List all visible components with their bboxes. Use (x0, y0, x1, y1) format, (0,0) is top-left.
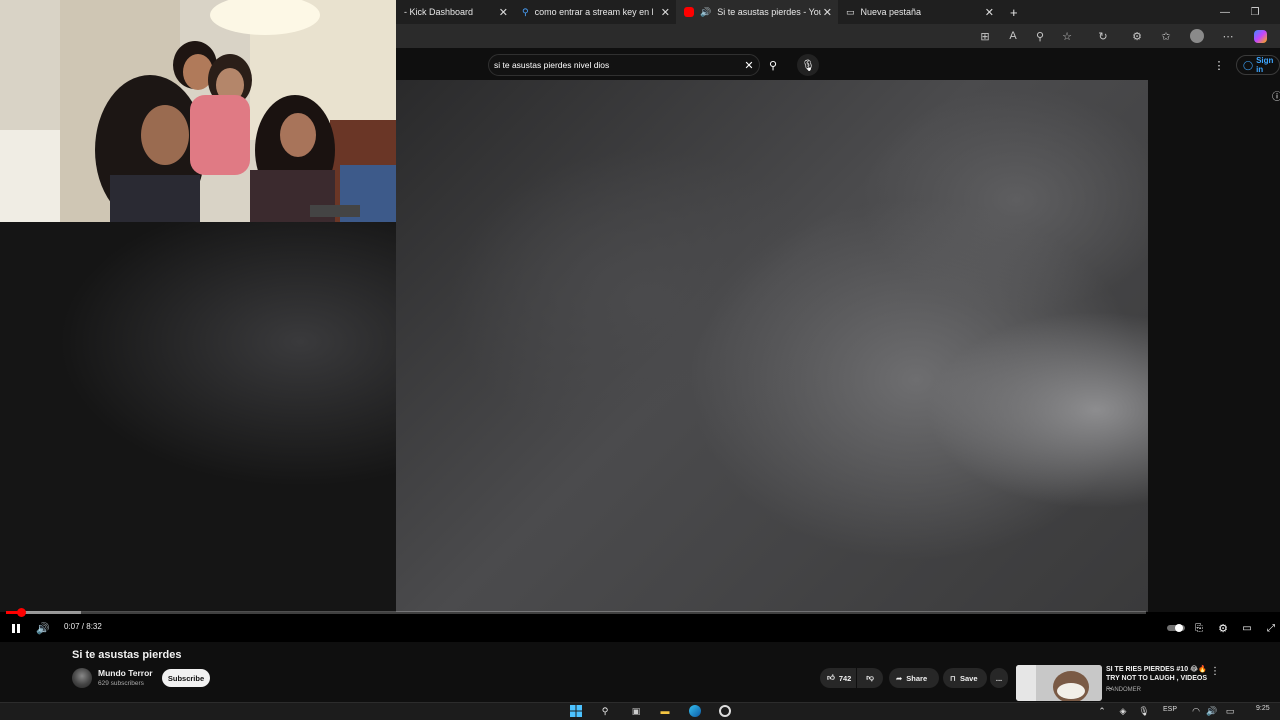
tab-youtube[interactable]: 🔊 Si te asustas pierdes - YouTube ✕ (676, 0, 838, 24)
zoom-icon[interactable]: ⚲ (1030, 24, 1050, 48)
battery-icon[interactable]: ▭ (1222, 704, 1238, 718)
video-frame[interactable] (396, 80, 1148, 612)
restore-icon[interactable]: ❐ (1240, 0, 1270, 24)
info-icon[interactable]: ⓘ (1266, 84, 1280, 106)
refresh-icon[interactable]: ↻ (1093, 24, 1113, 48)
subtitles-button[interactable]: ⎘ (1190, 619, 1208, 637)
minimize-icon[interactable]: — (1210, 0, 1240, 24)
more-actions-button[interactable]: ... (990, 668, 1008, 688)
channel-avatar[interactable] (72, 668, 92, 688)
theater-mode-button[interactable]: ▭ (1238, 619, 1256, 637)
subscribe-button[interactable]: Subscribe (162, 669, 210, 687)
like-count: 742 (838, 673, 852, 683)
more-menu-icon[interactable]: ⋯ (1218, 24, 1238, 48)
collections-icon[interactable]: ✩ (1156, 24, 1176, 48)
subtitles-icon: ⎘ (1195, 622, 1203, 634)
volume-icon: 🔊 (36, 622, 50, 635)
fullscreen-button[interactable]: ⤢ (1262, 619, 1280, 637)
channel-name[interactable]: Mundo Terror (98, 668, 153, 678)
extensions-icon[interactable]: ⚙ (1127, 24, 1147, 48)
language-indicator[interactable]: ESP (1163, 706, 1177, 713)
autoplay-toggle[interactable] (1166, 619, 1186, 637)
share-button[interactable]: ➦ Share (889, 668, 939, 688)
subscriber-count: 629 subscribers (98, 680, 144, 687)
favorite-star-icon[interactable]: ☆ (1057, 24, 1077, 48)
page-favicon-icon: ▭ (846, 6, 855, 17)
search-icon[interactable]: ⚲ (762, 54, 784, 76)
search-box (488, 54, 760, 76)
progress-bar[interactable] (6, 608, 1146, 617)
profile-icon[interactable] (1187, 24, 1207, 48)
search-favicon-icon: ⚲ (522, 6, 529, 17)
search-icon[interactable]: ⚲ (597, 704, 613, 718)
clear-search-icon[interactable]: ✕ (738, 54, 760, 76)
tab-kick-dashboard[interactable]: - Kick Dashboard ✕ (396, 0, 514, 24)
like-button[interactable]: 👍︎ 742 (820, 668, 856, 688)
settings-button[interactable]: ⚙ (1214, 619, 1232, 637)
tab-new-tab[interactable]: ▭ Nueva pestaña ✕ (838, 0, 1000, 24)
autoplay-toggle-icon (1167, 624, 1185, 632)
tab-label: Nueva pestaña (860, 7, 922, 17)
tray-chevron-icon[interactable]: ⌃ (1094, 704, 1110, 718)
close-tab-icon[interactable]: ✕ (985, 6, 994, 19)
apps-icon[interactable]: ⊞ (975, 24, 995, 48)
edge-browser-icon[interactable] (687, 704, 703, 718)
task-view-icon[interactable]: ▣ (628, 704, 644, 718)
webcam-image (0, 0, 396, 222)
video-background-right (1148, 80, 1280, 612)
video-title: Si te asustas pierdes (72, 649, 182, 661)
search-input[interactable] (489, 60, 729, 70)
recommended-video-channel: RANDOMER (1106, 687, 1142, 693)
windows-start-icon[interactable] (568, 704, 584, 718)
recommended-more-icon[interactable]: ⋮ (1206, 662, 1224, 680)
fullscreen-icon: ⤢ (1267, 622, 1275, 634)
save-button[interactable]: ⊓ Save (943, 668, 987, 688)
settings-menu-icon[interactable]: ⋮ (1208, 54, 1230, 76)
tab-kick-search[interactable]: ⚲ como entrar a stream key en kick ✕ (514, 0, 676, 24)
close-tab-icon[interactable]: ✕ (499, 6, 508, 19)
youtube-favicon-icon (684, 7, 694, 17)
video-background-left (0, 222, 396, 612)
speaker-icon[interactable]: 🔊 (700, 7, 711, 18)
bookmark-icon: ⊓ (950, 673, 956, 683)
account-icon: ◯ (1243, 59, 1254, 70)
microphone-icon[interactable]: 🎙 (797, 54, 819, 76)
volume-icon[interactable]: 🔊 (1204, 704, 1220, 718)
theater-icon: ▭ (1242, 622, 1252, 634)
time-display: 0:07 / 8:32 (64, 622, 102, 631)
sign-in-button[interactable]: ◯ Sign in (1236, 55, 1280, 75)
file-explorer-icon[interactable]: ▬ (657, 704, 673, 718)
close-tab-icon[interactable]: ✕ (823, 6, 832, 19)
tab-label: - Kick Dashboard (404, 7, 474, 17)
tab-label: como entrar a stream key en kick (534, 7, 653, 17)
obs-recording-icon[interactable] (717, 704, 733, 718)
thumbnail-image (1016, 665, 1102, 701)
pause-icon (12, 623, 20, 633)
share-icon: ➦ (896, 673, 903, 683)
new-tab-button[interactable]: + (1002, 0, 1024, 24)
volume-button[interactable]: 🔊 (34, 619, 52, 637)
tab-label: Si te asustas pierdes - YouTube (717, 7, 821, 17)
close-tab-icon[interactable]: ✕ (661, 6, 670, 19)
clock[interactable]: 9:25 (1256, 705, 1270, 712)
dislike-button[interactable]: 👎︎ (857, 668, 883, 688)
pause-button[interactable] (8, 619, 24, 637)
copilot-icon[interactable] (1250, 24, 1270, 48)
read-aloud-icon[interactable]: A (1003, 24, 1023, 48)
gear-icon: ⚙ (1218, 622, 1228, 635)
webcam-overlay (0, 0, 396, 222)
tray-app-icon[interactable]: ◈ (1115, 704, 1131, 718)
recommended-video-thumbnail[interactable] (1016, 665, 1102, 701)
wifi-icon[interactable]: ◠ (1188, 704, 1204, 718)
thumbs-up-icon: 👍︎ (827, 673, 835, 682)
tray-mic-icon[interactable]: 🎙 (1136, 704, 1152, 718)
thumbs-down-icon: 👎︎ (866, 673, 874, 682)
